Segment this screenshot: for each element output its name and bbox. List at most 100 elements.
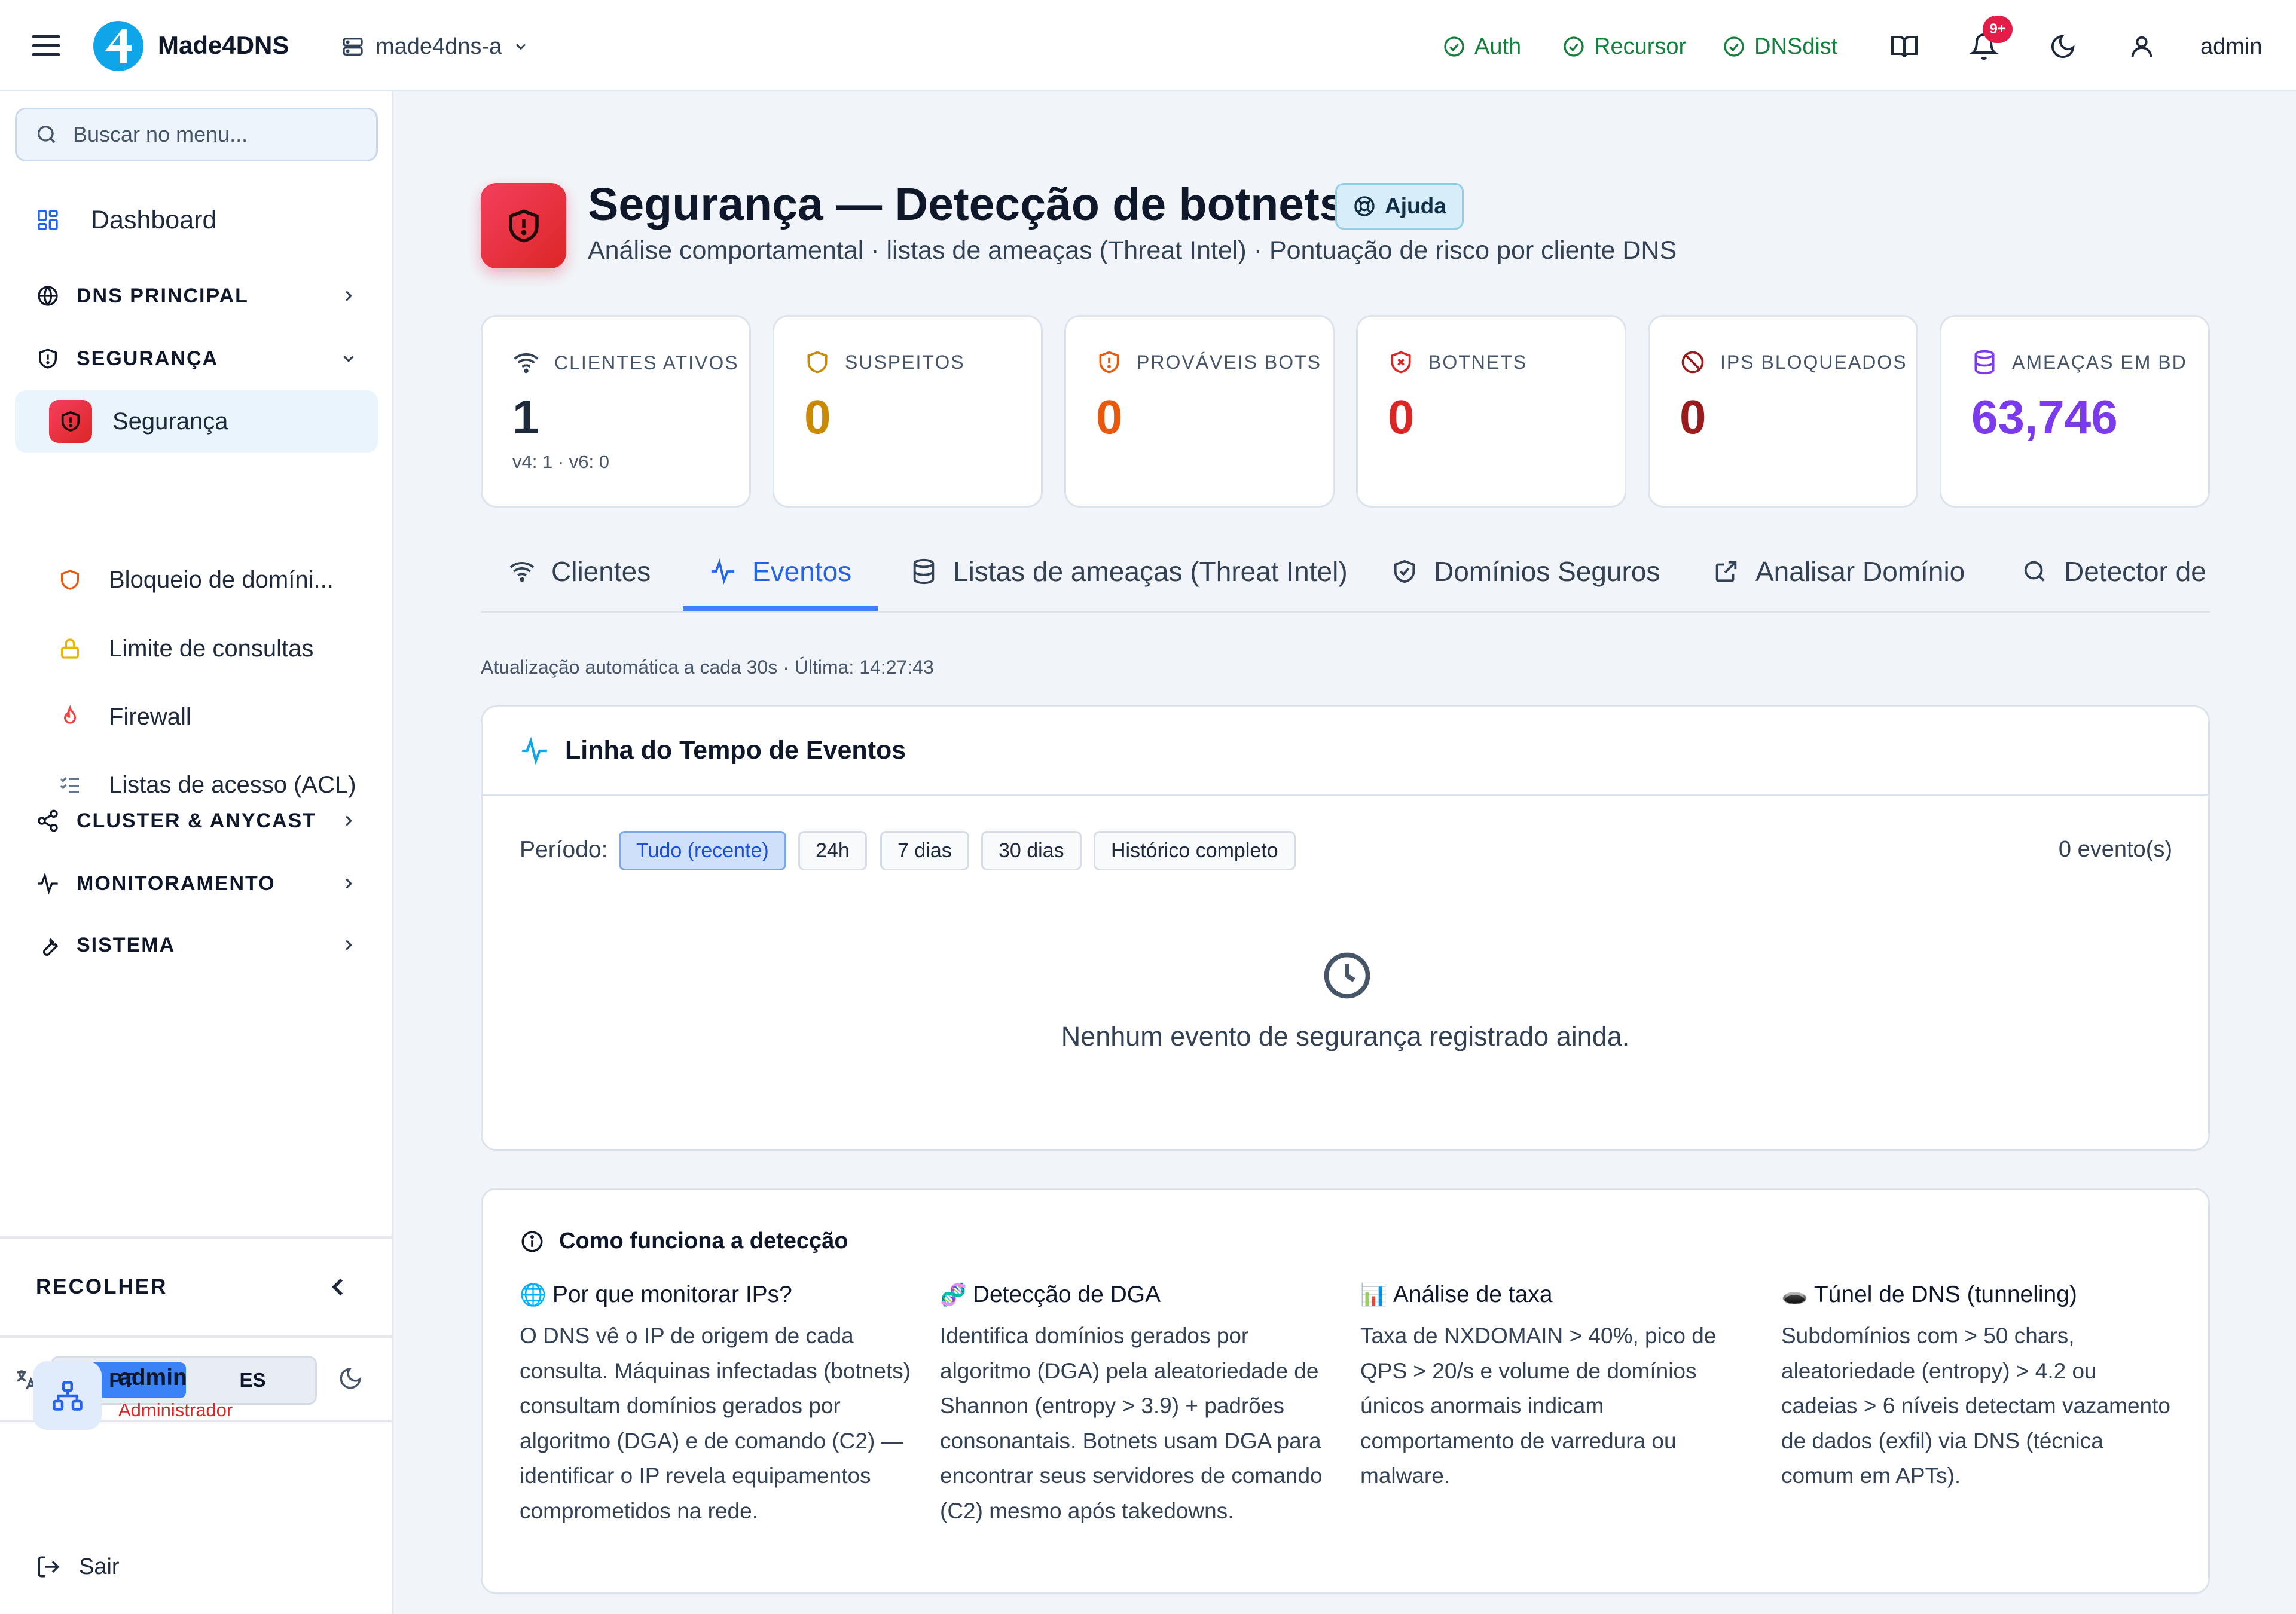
stat-value: 63,746 xyxy=(1971,390,2118,444)
sidebar-item-firewall[interactable]: Firewall xyxy=(55,690,191,744)
sidebar-item-dashboard[interactable]: Dashboard xyxy=(36,196,216,244)
stat-value: 0 xyxy=(1388,390,1415,444)
stat-card-active-clients: CLIENTES ATIVOS 1 v4: 1 · v6: 0 xyxy=(481,315,751,508)
hole-emoji-icon: 🕳️ xyxy=(1781,1282,1808,1307)
globe-emoji-icon: 🌐 xyxy=(520,1282,546,1307)
column-title: Análise de taxa xyxy=(1393,1282,1553,1307)
wrench-icon xyxy=(42,937,59,956)
period-full-history[interactable]: Histórico completo xyxy=(1094,831,1296,870)
shield-x-icon xyxy=(1391,351,1411,374)
sidebar-group-dns[interactable]: DNS PRINCIPAL xyxy=(35,275,358,317)
sidebar-item-rate-limit[interactable]: Limite de consultas xyxy=(55,622,313,675)
user-menu[interactable]: admin xyxy=(2200,29,2263,65)
lifebuoy-icon xyxy=(1354,196,1375,216)
help-button[interactable]: Ajuda xyxy=(1335,183,1464,230)
user-icon[interactable] xyxy=(2124,29,2160,65)
period-24h[interactable]: 24h xyxy=(798,831,867,870)
sidebar-collapse[interactable]: RECOLHER xyxy=(0,1236,392,1338)
chevron-left-icon[interactable] xyxy=(323,1272,353,1302)
dark-mode-moon-icon[interactable] xyxy=(2045,29,2081,65)
sidebar: Buscar no menu... Dashboard DNS PRINCIPA… xyxy=(0,91,393,1614)
period-30d[interactable]: 30 dias xyxy=(981,831,1082,870)
shield-alert-icon xyxy=(1099,351,1119,374)
sidebar-group-label: SISTEMA xyxy=(77,933,176,956)
tab-safe-domains[interactable]: Domínios Seguros xyxy=(1391,532,1660,611)
sidebar-item-label: Firewall xyxy=(109,703,191,730)
tab-threat-lists[interactable]: Listas de ameaças (Threat Intel) xyxy=(910,532,1348,611)
sidebar-item-label: Dashboard xyxy=(91,205,217,234)
wifi-icon xyxy=(514,353,539,374)
bar-chart-emoji-icon: 📊 xyxy=(1360,1282,1387,1307)
collapse-label: RECOLHER xyxy=(36,1275,168,1298)
help-label: Ajuda xyxy=(1385,194,1446,218)
share-nodes-icon xyxy=(38,809,58,832)
sidebar-group-cluster[interactable]: CLUSTER & ANYCAST xyxy=(35,800,358,842)
brand-name[interactable]: Made4DNS xyxy=(158,27,289,63)
moon-icon[interactable] xyxy=(338,1366,363,1391)
howto-header: Como funciona a detecção xyxy=(520,1228,848,1254)
menu-icon[interactable] xyxy=(31,31,61,61)
tab-detector[interactable]: Detector de xyxy=(2021,532,2206,611)
shield-alert-icon xyxy=(39,349,57,369)
sidebar-item-seguranca[interactable]: Segurança xyxy=(49,395,228,448)
search-icon xyxy=(38,126,56,143)
sidebar-item-domain-block[interactable]: Bloqueio de domíni... xyxy=(55,553,334,607)
tab-analyze-domain[interactable]: Analisar Domínio xyxy=(1712,532,1965,611)
flame-icon xyxy=(63,705,77,724)
status-auth-label: Auth xyxy=(1474,33,1522,59)
notifications-badge: 9+ xyxy=(1983,16,2013,43)
events-timeline-card: Linha do Tempo de Eventos Período: Tudo … xyxy=(481,705,2210,1151)
menu-search[interactable]: Buscar no menu... xyxy=(15,108,378,161)
stat-value: 0 xyxy=(1680,390,1706,444)
logout-icon xyxy=(38,1556,60,1578)
language-es-button[interactable]: ES xyxy=(191,1362,314,1398)
sidebar-group-security[interactable]: SEGURANÇA xyxy=(35,338,358,380)
period-7d[interactable]: 7 dias xyxy=(880,831,969,870)
status-dnsdist[interactable]: DNSdist xyxy=(1722,29,1837,65)
tab-clientes[interactable]: Clientes xyxy=(508,532,651,611)
howto-column: 🌐 Por que monitorar IPs? O DNS vê o IP de… xyxy=(520,1279,917,1529)
shield-check-icon xyxy=(1394,560,1415,583)
period-all-recent[interactable]: Tudo (recente) xyxy=(619,831,786,870)
sidebar-item-label: Bloqueio de domíni... xyxy=(109,566,334,593)
sidebar-group-monitoring[interactable]: MONITORAMENTO xyxy=(35,863,358,904)
notifications-bell-icon[interactable]: 9+ xyxy=(1966,16,2013,65)
column-text: O DNS vê o IP de origem de cada consulta… xyxy=(520,1323,911,1523)
sidebar-group-label: SEGURANÇA xyxy=(77,347,219,370)
status-auth[interactable]: Auth xyxy=(1442,29,1521,65)
top-bar: Made4DNS made4dns-a Auth Recursor DNSdis… xyxy=(0,0,2296,91)
sidebar-group-system[interactable]: SISTEMA xyxy=(35,924,358,966)
activity-icon xyxy=(522,736,547,765)
timeline-title: Linha do Tempo de Eventos xyxy=(565,736,906,765)
server-selector[interactable]: made4dns-a xyxy=(341,29,529,65)
empty-state-message: Nenhum evento de segurança registrado ai… xyxy=(1061,1021,1630,1051)
sidebar-item-label: Limite de consultas xyxy=(109,635,314,662)
stat-label: BOTNETS xyxy=(1428,351,1528,373)
column-text: Identifica domínios gerados por algoritm… xyxy=(940,1323,1323,1523)
column-text: Subdomínios com > 50 chars, aleatoriedad… xyxy=(1781,1323,2170,1488)
brand-logo-icon[interactable] xyxy=(92,20,145,72)
period-label: Período: xyxy=(520,837,608,863)
dashboard-grid-icon xyxy=(38,210,58,230)
logout-label: Sair xyxy=(79,1554,120,1579)
sidebar-item-label: Segurança xyxy=(112,408,228,435)
chevron-down-icon xyxy=(343,356,354,362)
column-title: Detecção de DGA xyxy=(972,1282,1161,1307)
lock-icon xyxy=(61,638,79,659)
tab-eventos[interactable]: Eventos xyxy=(709,532,851,611)
search-input[interactable]: Buscar no menu... xyxy=(73,122,248,147)
tab-label: Listas de ameaças (Threat Intel) xyxy=(953,556,1348,587)
chevron-right-icon xyxy=(346,815,352,826)
docs-book-icon[interactable] xyxy=(1886,29,1922,65)
logout-button[interactable]: Sair xyxy=(36,1549,120,1585)
howto-column: 🕳️ Túnel de DNS (tunneling) Subdomínios c… xyxy=(1781,1279,2179,1494)
stats-row: CLIENTES ATIVOS 1 v4: 1 · v6: 0 SUSPEITO… xyxy=(481,315,2210,508)
sidebar-item-label: Listas de acesso (ACL) xyxy=(109,771,356,798)
tab-label: Clientes xyxy=(551,556,651,587)
howto-title: Como funciona a detecção xyxy=(559,1228,848,1254)
status-recursor[interactable]: Recursor xyxy=(1562,29,1686,65)
sidebar-group-label: CLUSTER & ANYCAST xyxy=(77,809,317,832)
wifi-icon xyxy=(509,562,535,582)
server-icon xyxy=(343,38,363,56)
tab-label: Analisar Domínio xyxy=(1755,556,1965,587)
